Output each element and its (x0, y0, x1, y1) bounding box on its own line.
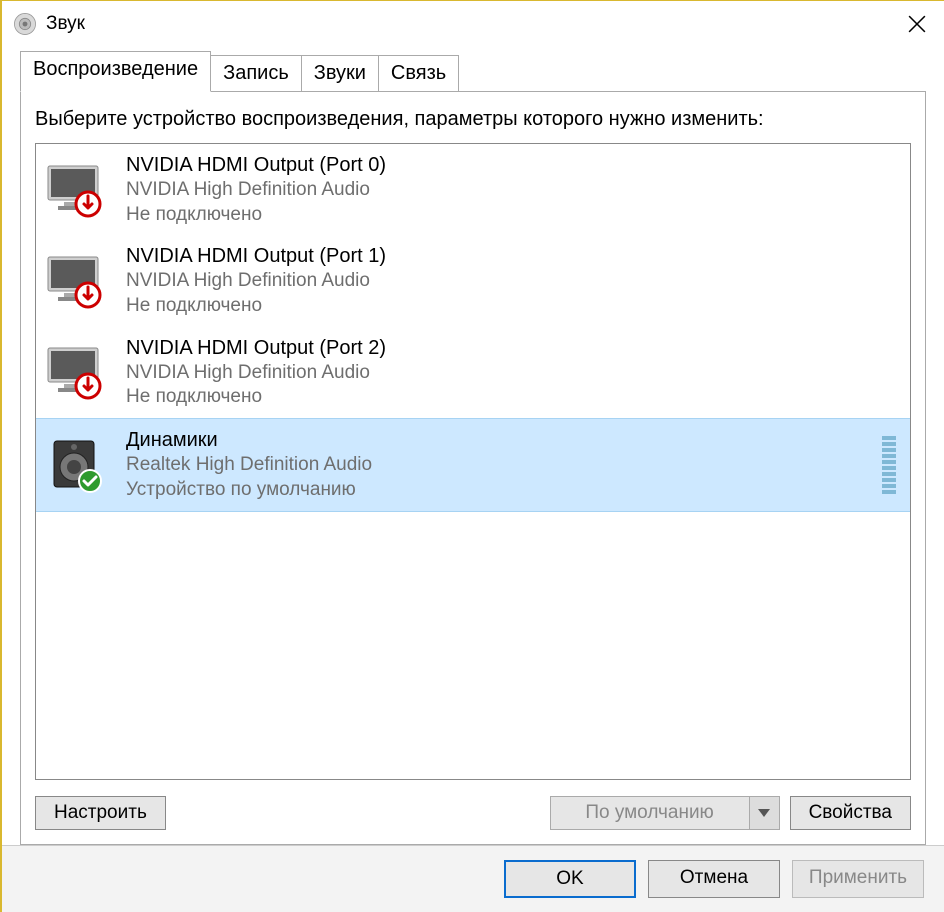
cancel-button[interactable]: Отмена (648, 860, 780, 898)
apply-button[interactable]: Применить (792, 860, 924, 898)
device-name: NVIDIA HDMI Output (Port 1) (126, 243, 386, 269)
helptext: Выберите устройство воспроизведения, пар… (35, 106, 911, 133)
sound-applet-icon (12, 11, 38, 37)
device-name: NVIDIA HDMI Output (Port 0) (126, 152, 386, 178)
device-status: Не подключено (126, 203, 386, 228)
device-row[interactable]: ДинамикиRealtek High Definition AudioУст… (36, 418, 910, 511)
tab-3[interactable]: Связь (378, 55, 459, 92)
monitor-disconnected-icon (44, 253, 108, 309)
device-text: NVIDIA HDMI Output (Port 2)NVIDIA High D… (126, 335, 386, 410)
tab-2[interactable]: Звуки (301, 55, 379, 92)
device-list: NVIDIA HDMI Output (Port 0)NVIDIA High D… (35, 143, 911, 780)
bottom-button-row: Настроить По умолчанию Свойства (35, 796, 911, 830)
close-icon (908, 15, 926, 33)
device-text: NVIDIA HDMI Output (Port 0)NVIDIA High D… (126, 152, 386, 227)
ok-button[interactable]: OK (504, 860, 636, 898)
device-name: NVIDIA HDMI Output (Port 2) (126, 335, 386, 361)
titlebar: Звук (2, 1, 944, 47)
close-button[interactable] (894, 5, 940, 43)
window-title: Звук (46, 13, 894, 35)
level-meter (882, 436, 900, 494)
speaker-default-icon (44, 437, 108, 493)
chevron-down-icon (750, 796, 780, 830)
device-driver: NVIDIA High Definition Audio (126, 178, 386, 203)
set-default-label: По умолчанию (550, 796, 750, 830)
tab-1[interactable]: Запись (210, 55, 302, 92)
configure-button[interactable]: Настроить (35, 796, 166, 830)
tab-0[interactable]: Воспроизведение (20, 51, 211, 92)
device-text: NVIDIA HDMI Output (Port 1)NVIDIA High D… (126, 243, 386, 318)
monitor-disconnected-icon (44, 162, 108, 218)
tab-content-playback: Выберите устройство воспроизведения, пар… (20, 91, 926, 845)
device-status: Устройство по умолчанию (126, 478, 372, 503)
device-row[interactable]: NVIDIA HDMI Output (Port 0)NVIDIA High D… (36, 144, 910, 235)
device-driver: NVIDIA High Definition Audio (126, 269, 386, 294)
device-row[interactable]: NVIDIA HDMI Output (Port 2)NVIDIA High D… (36, 327, 910, 418)
tab-strip: ВоспроизведениеЗаписьЗвукиСвязь (20, 53, 926, 92)
properties-button[interactable]: Свойства (790, 796, 911, 830)
device-driver: Realtek High Definition Audio (126, 453, 372, 478)
device-status: Не подключено (126, 385, 386, 410)
device-name: Динамики (126, 427, 372, 453)
device-status: Не подключено (126, 294, 386, 319)
device-driver: NVIDIA High Definition Audio (126, 361, 386, 386)
set-default-dropdown[interactable]: По умолчанию (550, 796, 780, 830)
dialog-footer: OK Отмена Применить (2, 845, 944, 912)
device-text: ДинамикиRealtek High Definition AudioУст… (126, 427, 372, 502)
monitor-disconnected-icon (44, 344, 108, 400)
device-row[interactable]: NVIDIA HDMI Output (Port 1)NVIDIA High D… (36, 235, 910, 326)
